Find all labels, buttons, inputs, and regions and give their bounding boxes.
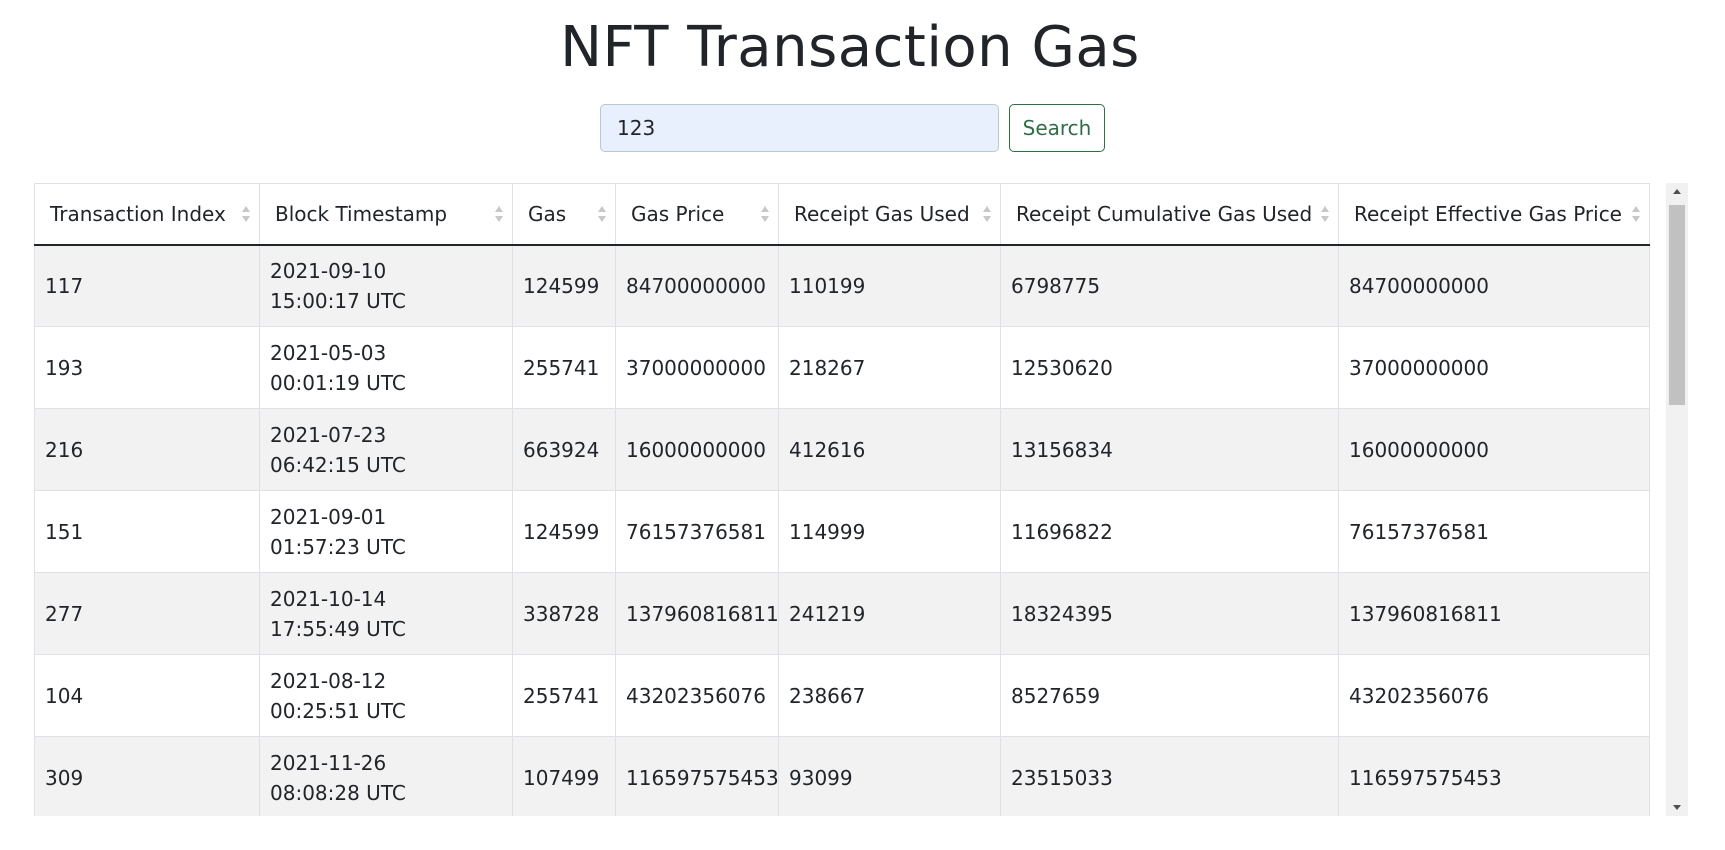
table-row: 277 2021-10-14 17:55:49 UTC 338728 13796… (34, 572, 1650, 655)
column-header-label: Receipt Effective Gas Price (1354, 201, 1622, 226)
cell-gas: 663924 (512, 408, 616, 491)
header-row: Transaction Index Block Timestamp Gas Ga… (34, 183, 1650, 246)
column-header-label: Gas Price (631, 201, 725, 226)
cell-transaction-index: 309 (34, 736, 260, 816)
cell-gas-price: 43202356076 (615, 654, 779, 737)
cell-gas: 107499 (512, 736, 616, 816)
cell-gas: 124599 (512, 490, 616, 573)
cell-receipt-effective-gas-price: 43202356076 (1338, 654, 1650, 737)
transaction-table: Transaction Index Block Timestamp Gas Ga… (34, 183, 1650, 816)
cell-gas-price: 16000000000 (615, 408, 779, 491)
table-row: 104 2021-08-12 00:25:51 UTC 255741 43202… (34, 654, 1650, 737)
cell-block-timestamp: 2021-09-01 01:57:23 UTC (259, 490, 513, 573)
page-title: NFT Transaction Gas (560, 15, 1140, 80)
column-header-gas-price[interactable]: Gas Price (615, 183, 779, 246)
cell-receipt-cumulative-gas-used: 8527659 (1000, 654, 1339, 737)
column-header-label: Block Timestamp (275, 201, 448, 226)
cell-receipt-gas-used: 241219 (778, 572, 1001, 655)
cell-receipt-effective-gas-price: 137960816811 (1338, 572, 1650, 655)
cell-gas-price: 76157376581 (615, 490, 779, 573)
cell-receipt-cumulative-gas-used: 12530620 (1000, 326, 1339, 409)
cell-gas-price: 37000000000 (615, 326, 779, 409)
cell-block-timestamp: 2021-10-14 17:55:49 UTC (259, 572, 513, 655)
cell-transaction-index: 216 (34, 408, 260, 491)
scroll-down-arrow-icon[interactable] (1666, 798, 1688, 816)
cell-gas-price: 84700000000 (615, 244, 779, 327)
cell-receipt-effective-gas-price: 37000000000 (1338, 326, 1650, 409)
sort-both-icon[interactable] (1631, 205, 1641, 223)
table-row: 193 2021-05-03 00:01:19 UTC 255741 37000… (34, 326, 1650, 409)
column-header-receipt-gas-used[interactable]: Receipt Gas Used (778, 183, 1001, 246)
cell-gas: 255741 (512, 326, 616, 409)
table-header: Transaction Index Block Timestamp Gas Ga… (34, 183, 1650, 246)
cell-receipt-effective-gas-price: 76157376581 (1338, 490, 1650, 573)
table-body: 117 2021-09-10 15:00:17 UTC 124599 84700… (34, 244, 1650, 816)
table-row: 309 2021-11-26 08:08:28 UTC 107499 11659… (34, 736, 1650, 816)
cell-receipt-effective-gas-price: 16000000000 (1338, 408, 1650, 491)
cell-receipt-effective-gas-price: 116597575453 (1338, 736, 1650, 816)
cell-receipt-gas-used: 110199 (778, 244, 1001, 327)
table-row: 117 2021-09-10 15:00:17 UTC 124599 84700… (34, 244, 1650, 327)
cell-receipt-gas-used: 238667 (778, 654, 1001, 737)
cell-receipt-cumulative-gas-used: 18324395 (1000, 572, 1339, 655)
cell-receipt-gas-used: 218267 (778, 326, 1001, 409)
sort-both-icon[interactable] (1320, 205, 1330, 223)
column-header-transaction-index[interactable]: Transaction Index (34, 183, 260, 246)
column-header-receipt-cumulative-gas-used[interactable]: Receipt Cumulative Gas Used (1000, 183, 1339, 246)
cell-receipt-gas-used: 114999 (778, 490, 1001, 573)
column-header-receipt-effective-gas-price[interactable]: Receipt Effective Gas Price (1338, 183, 1650, 246)
column-header-label: Receipt Gas Used (794, 201, 970, 226)
cell-gas-price: 116597575453 (615, 736, 779, 816)
cell-transaction-index: 277 (34, 572, 260, 655)
cell-gas: 124599 (512, 244, 616, 327)
table-row: 151 2021-09-01 01:57:23 UTC 124599 76157… (34, 490, 1650, 573)
cell-transaction-index: 193 (34, 326, 260, 409)
sort-both-icon[interactable] (241, 205, 251, 223)
column-header-label: Transaction Index (50, 201, 226, 226)
sort-both-icon[interactable] (494, 205, 504, 223)
transaction-table-container: Transaction Index Block Timestamp Gas Ga… (34, 183, 1688, 816)
cell-receipt-cumulative-gas-used: 23515033 (1000, 736, 1339, 816)
cell-gas: 255741 (512, 654, 616, 737)
cell-gas-price: 137960816811 (615, 572, 779, 655)
scrollbar-thumb[interactable] (1669, 205, 1685, 405)
table-row: 216 2021-07-23 06:42:15 UTC 663924 16000… (34, 408, 1650, 491)
cell-receipt-cumulative-gas-used: 6798775 (1000, 244, 1339, 327)
sort-both-icon[interactable] (760, 205, 770, 223)
column-header-block-timestamp[interactable]: Block Timestamp (259, 183, 513, 246)
cell-transaction-index: 151 (34, 490, 260, 573)
column-header-label: Gas (528, 201, 567, 226)
sort-both-icon[interactable] (982, 205, 992, 223)
column-header-label: Receipt Cumulative Gas Used (1016, 201, 1313, 226)
cell-block-timestamp: 2021-08-12 00:25:51 UTC (259, 654, 513, 737)
cell-receipt-cumulative-gas-used: 11696822 (1000, 490, 1339, 573)
search-form: Search (600, 104, 1105, 152)
page: NFT Transaction Gas Search Transaction I… (0, 0, 1725, 850)
cell-transaction-index: 104 (34, 654, 260, 737)
cell-block-timestamp: 2021-07-23 06:42:15 UTC (259, 408, 513, 491)
sort-both-icon[interactable] (597, 205, 607, 223)
cell-receipt-effective-gas-price: 84700000000 (1338, 244, 1650, 327)
cell-gas: 338728 (512, 572, 616, 655)
search-button[interactable]: Search (1009, 104, 1105, 152)
cell-receipt-gas-used: 93099 (778, 736, 1001, 816)
column-header-gas[interactable]: Gas (512, 183, 616, 246)
cell-receipt-cumulative-gas-used: 13156834 (1000, 408, 1339, 491)
cell-block-timestamp: 2021-05-03 00:01:19 UTC (259, 326, 513, 409)
cell-transaction-index: 117 (34, 244, 260, 327)
scroll-up-arrow-icon[interactable] (1666, 183, 1688, 201)
search-input[interactable] (600, 104, 999, 152)
cell-block-timestamp: 2021-11-26 08:08:28 UTC (259, 736, 513, 816)
cell-block-timestamp: 2021-09-10 15:00:17 UTC (259, 244, 513, 327)
cell-receipt-gas-used: 412616 (778, 408, 1001, 491)
table-scrollbar[interactable] (1666, 183, 1688, 816)
